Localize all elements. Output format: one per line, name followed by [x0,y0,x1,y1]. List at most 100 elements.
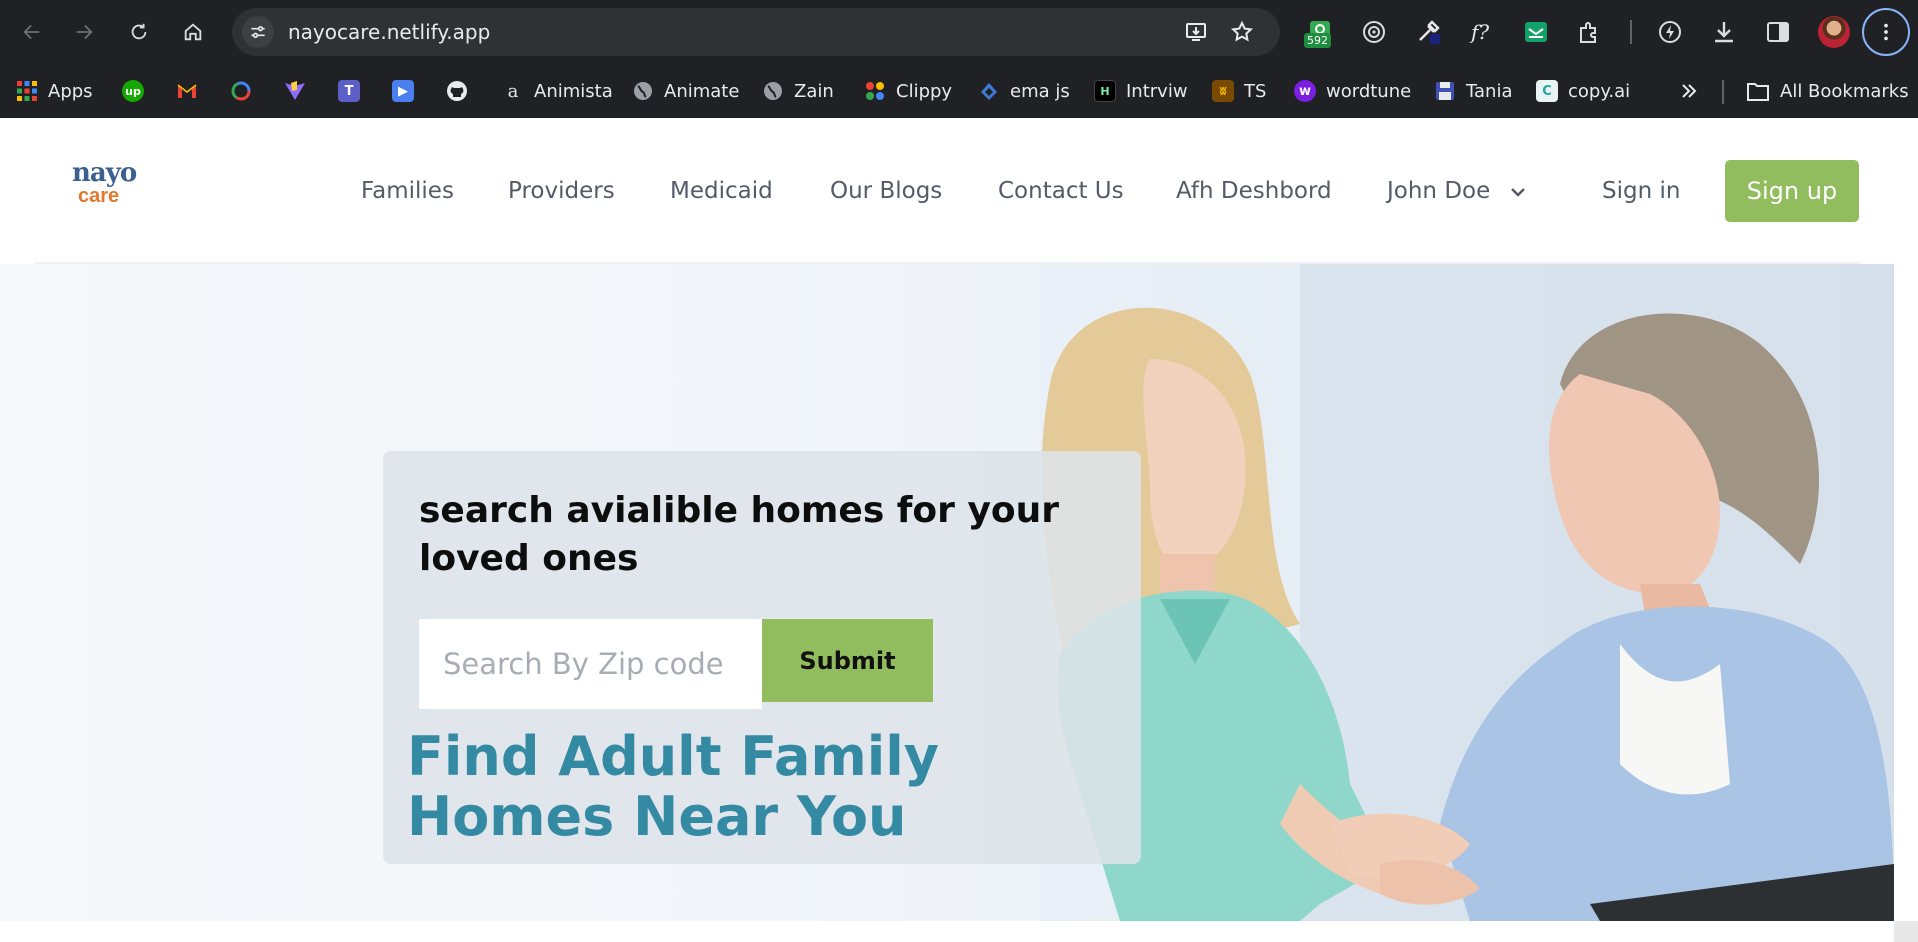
target-icon [1363,21,1385,43]
site-info-button[interactable] [242,16,274,48]
bookmark-emajs[interactable]: ema js [978,76,1070,106]
install-icon [1186,23,1206,41]
nav-providers[interactable]: Providers [508,178,615,204]
forward-button[interactable] [64,12,104,52]
bookmark-star-button[interactable] [1228,18,1256,46]
chrome-menu-button[interactable] [1862,8,1910,56]
nav-families[interactable]: Families [361,178,454,204]
side-panel-icon [1767,22,1789,42]
url-text[interactable]: nayocare.netlify.app [288,20,490,44]
ts-icon: ʬ [1212,80,1234,102]
bookmark-label: copy.ai [1568,80,1631,102]
bookmark-animista[interactable]: a Animista [502,76,613,106]
bookmark-label: Animate [664,80,740,102]
all-bookmarks-button[interactable]: All Bookmarks [1746,76,1909,106]
animista-icon: a [507,80,519,102]
bookmark-vite[interactable] [284,76,306,106]
zip-search-input[interactable] [419,619,762,709]
profile-avatar[interactable] [1818,16,1850,48]
star-icon [1230,20,1254,42]
emailjs-icon [981,83,997,100]
bookmark-label: ema js [1010,80,1070,102]
bookmark-clippy[interactable]: Clippy [864,76,952,106]
teams-icon: T [338,80,360,102]
kebab-menu-icon [1884,23,1888,41]
github-icon [447,81,467,101]
tune-icon [251,26,265,39]
folder-icon [1747,83,1769,101]
bookmark-upwork[interactable]: up [122,76,144,106]
forward-arrow-icon [76,24,93,40]
extensions-button[interactable] [1572,14,1608,50]
chevron-down-icon[interactable] [1508,182,1528,202]
address-bar[interactable]: nayocare.netlify.app [232,8,1280,56]
reload-button[interactable] [119,12,159,52]
extension-badge: 592 [1304,33,1331,48]
bookmark-label: Animista [534,80,613,102]
bookmark-apps[interactable]: Apps [16,76,93,106]
screencast-icon: ▶ [392,80,414,102]
nav-afh-deshbord[interactable]: Afh Deshbord [1176,178,1332,204]
download-icon [1715,22,1733,43]
site-logo[interactable]: nayo care [72,160,137,216]
bookmark-color-ring[interactable] [230,76,252,106]
back-arrow-icon [23,24,40,40]
site-header: nayo care Families Providers Medicaid Ou… [0,118,1918,264]
nav-medicaid[interactable]: Medicaid [670,178,773,204]
back-button[interactable] [12,12,52,52]
browser-toolbar: nayocare.netlify.app 592 f? [0,0,1918,64]
sign-up-button[interactable]: Sign up [1725,160,1859,222]
bookmark-intrviw[interactable]: H Intrviw [1094,76,1188,106]
speed-icon [1659,21,1681,43]
bookmark-gmail[interactable] [176,76,198,106]
eyedropper-icon [1419,20,1440,44]
chrome-ring-icon [231,81,251,101]
extension-eyedropper[interactable] [1410,14,1446,50]
bookmark-label: Intrviw [1126,80,1188,102]
floppy-icon [1436,82,1454,100]
submit-button[interactable]: Submit [762,619,933,702]
hero-title: Find Adult Family Homes Near You [407,725,939,848]
bookmark-label: TS [1244,80,1267,102]
home-icon [184,23,202,41]
bookmark-tania[interactable]: Tania [1434,76,1513,106]
apps-grid-icon [17,81,37,101]
globe-icon [634,82,652,100]
reload-icon [131,23,147,40]
bookmark-copyai[interactable]: C copy.ai [1536,76,1630,106]
more-bookmarks-button[interactable] [1678,76,1700,106]
clippy-icon [866,82,884,100]
bookmark-teams[interactable]: T [338,76,360,106]
performance-button[interactable] [1652,14,1688,50]
nav-contact-us[interactable]: Contact Us [998,178,1124,204]
scrollbar-corner [1894,921,1918,942]
downloads-button[interactable] [1706,14,1742,50]
home-button[interactable] [173,12,213,52]
wordtune-icon: w [1294,80,1316,102]
extension-lock[interactable]: 592 [1302,14,1338,50]
bookmark-ts[interactable]: ʬ TS [1212,76,1266,106]
nav-user-menu[interactable]: John Doe [1387,178,1490,204]
side-panel-button[interactable] [1760,14,1796,50]
double-chevron-icon [1682,84,1697,98]
extension-whatfont[interactable]: f? [1464,14,1500,50]
hero-section: search avialible homes for your loved on… [0,264,1894,921]
bookmark-github[interactable] [446,76,468,106]
toolbar-divider [1630,20,1632,44]
upwork-icon: up [122,80,144,102]
bookmark-label: Clippy [896,80,953,102]
bookmark-screencast[interactable]: ▶ [392,76,414,106]
bookmark-zain[interactable]: Zain [762,76,834,106]
extension-target[interactable] [1356,14,1392,50]
bookmark-animate[interactable]: Animate [632,76,739,106]
globe-icon [764,82,782,100]
install-app-button[interactable] [1182,18,1210,46]
bookmarks-bar: Apps up T ▶ a Animista Animate Zain Clip… [0,64,1918,118]
mail-extension-icon [1525,22,1547,42]
sign-in-link[interactable]: Sign in [1602,178,1680,204]
extension-mail[interactable] [1518,14,1554,50]
copyai-icon: C [1536,80,1558,102]
nav-our-blogs[interactable]: Our Blogs [830,178,942,204]
vite-icon [285,81,305,100]
bookmark-wordtune[interactable]: w wordtune [1294,76,1411,106]
